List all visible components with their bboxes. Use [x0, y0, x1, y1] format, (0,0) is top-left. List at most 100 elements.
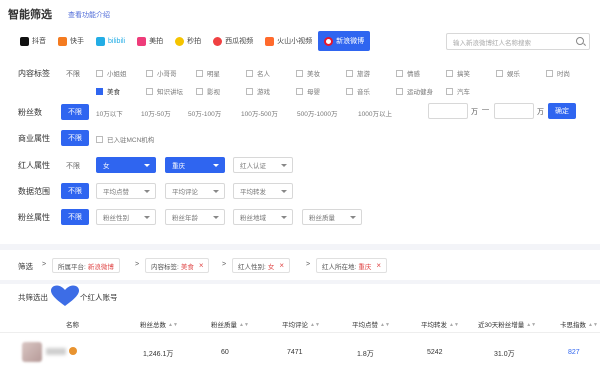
checkbox[interactable]: [446, 69, 453, 77]
region-select[interactable]: 重庆: [165, 157, 225, 173]
tab-huoshan[interactable]: 火山小视频: [259, 31, 318, 51]
chevron-down-icon: [144, 164, 150, 167]
tab-douyin[interactable]: 抖音: [14, 31, 52, 51]
tab-kuaishou[interactable]: 快手: [52, 31, 90, 51]
close-icon[interactable]: ×: [279, 261, 284, 270]
fan-region-select[interactable]: 粉丝地域: [233, 209, 293, 225]
checkbox[interactable]: [396, 69, 403, 77]
tag-option[interactable]: 美妆: [296, 68, 320, 78]
tab-bilibili[interactable]: bilibili: [90, 31, 131, 51]
tag-option[interactable]: 汽车: [446, 86, 470, 96]
business-unlimited-button[interactable]: 不限: [61, 130, 89, 146]
search-input[interactable]: 输入新浪微博红人名称搜索: [446, 33, 590, 50]
close-icon[interactable]: ×: [376, 261, 381, 270]
gender-select[interactable]: 女: [96, 157, 156, 173]
fan-attr-label: 粉丝属性: [18, 213, 50, 222]
data-range-unlimited-button[interactable]: 不限: [61, 183, 89, 199]
avg-reposts-select[interactable]: 平均转发: [233, 183, 293, 199]
confirm-button[interactable]: 确定: [548, 103, 576, 119]
tab-weibo[interactable]: 新浪微博: [318, 31, 371, 51]
col-avg-reposts[interactable]: 平均转发 ▲▼: [421, 319, 459, 329]
col-fans-total[interactable]: 粉丝总数 ▲▼: [140, 319, 178, 329]
mcn-label: 已入驻MCN机构: [107, 137, 155, 144]
tab-xigua[interactable]: 西瓜视频: [207, 31, 259, 51]
tag-option[interactable]: 运动健身: [396, 86, 433, 96]
tag-option[interactable]: 小姐姐: [96, 68, 127, 78]
checkbox[interactable]: [346, 87, 353, 95]
col-fans-growth[interactable]: 近30天粉丝增量 ▲▼: [478, 319, 536, 329]
search-icon[interactable]: [576, 37, 584, 45]
fans-min-input[interactable]: [428, 103, 468, 119]
tab-miaopai[interactable]: 秒拍: [169, 31, 207, 51]
tag-option[interactable]: 明星: [196, 68, 220, 78]
tag-option[interactable]: 名人: [246, 68, 270, 78]
checkbox[interactable]: [296, 69, 303, 77]
checkbox-checked[interactable]: [96, 87, 103, 95]
cell-avg-comments: 7471: [287, 349, 303, 356]
sort-icon[interactable]: ▲▼: [168, 322, 178, 328]
account-name-redacted[interactable]: [46, 348, 66, 355]
tab-meipai[interactable]: 美拍: [131, 31, 169, 51]
checkbox[interactable]: [446, 87, 453, 95]
tag-option[interactable]: 旅游: [346, 68, 370, 78]
avg-comments-select[interactable]: 平均评论: [165, 183, 225, 199]
fan-gender-select[interactable]: 粉丝性别: [96, 209, 156, 225]
col-avg-likes[interactable]: 平均点赞 ▲▼: [352, 319, 390, 329]
checkbox[interactable]: [146, 87, 153, 95]
col-fan-quality[interactable]: 粉丝质量 ▲▼: [211, 319, 249, 329]
col-label: 平均评论: [282, 322, 308, 329]
tag-option[interactable]: 情感: [396, 68, 420, 78]
tag-option[interactable]: 小哥哥: [146, 68, 177, 78]
fans-option[interactable]: 10万-50万: [141, 108, 171, 118]
checkbox[interactable]: [146, 69, 153, 77]
fans-max-input[interactable]: [494, 103, 534, 119]
feature-intro-link[interactable]: 查看功能介绍: [68, 10, 110, 20]
col-avg-comments[interactable]: 平均评论 ▲▼: [282, 319, 320, 329]
tag-option[interactable]: 游戏: [246, 86, 270, 96]
fans-unlimited-button[interactable]: 不限: [61, 104, 89, 120]
checkbox[interactable]: [496, 69, 503, 77]
fans-option[interactable]: 50万-100万: [188, 108, 221, 118]
tab-label: 秒拍: [187, 38, 202, 45]
tag-option-checked[interactable]: 美食: [96, 86, 120, 96]
sort-icon[interactable]: ▲▼: [239, 322, 249, 328]
checkbox[interactable]: [296, 87, 303, 95]
close-icon[interactable]: ×: [199, 261, 204, 270]
cert-select[interactable]: 红人认证: [233, 157, 293, 173]
mcn-option[interactable]: 已入驻MCN机构: [96, 134, 154, 144]
avg-likes-select[interactable]: 平均点赞: [96, 183, 156, 199]
checkbox[interactable]: [246, 87, 253, 95]
avatar[interactable]: [22, 342, 42, 362]
content-tags-unlimited[interactable]: 不限: [66, 69, 80, 79]
sort-icon[interactable]: ▲▼: [449, 322, 459, 328]
checkbox[interactable]: [246, 69, 253, 77]
checkbox[interactable]: [346, 69, 353, 77]
checkbox[interactable]: [96, 135, 103, 143]
checkbox[interactable]: [196, 87, 203, 95]
cell-index[interactable]: 827: [568, 349, 580, 356]
fan-age-select[interactable]: 粉丝年龄: [165, 209, 225, 225]
fans-option[interactable]: 100万-500万: [241, 108, 278, 118]
checkbox[interactable]: [546, 69, 553, 77]
sort-icon[interactable]: ▲▼: [526, 322, 536, 328]
tag-option[interactable]: 搞笑: [446, 68, 470, 78]
fans-option[interactable]: 10万以下: [96, 108, 123, 118]
tag-option[interactable]: 影视: [196, 86, 220, 96]
fan-quality-select[interactable]: 粉丝质量: [302, 209, 362, 225]
tag-option[interactable]: 母婴: [296, 86, 320, 96]
influencer-unlimited[interactable]: 不限: [66, 161, 80, 171]
tag-option[interactable]: 娱乐: [496, 68, 520, 78]
col-index[interactable]: 卡思指数 ▲▼: [560, 319, 598, 329]
checkbox[interactable]: [396, 87, 403, 95]
fans-option[interactable]: 500万-1000万: [297, 108, 337, 118]
tag-option[interactable]: 音乐: [346, 86, 370, 96]
fans-option[interactable]: 1000万以上: [358, 108, 392, 118]
checkbox[interactable]: [96, 69, 103, 77]
tag-option[interactable]: 知识讲坛: [146, 86, 183, 96]
fan-attr-unlimited-button[interactable]: 不限: [61, 209, 89, 225]
sort-icon[interactable]: ▲▼: [588, 322, 598, 328]
checkbox[interactable]: [196, 69, 203, 77]
tag-option[interactable]: 时尚: [546, 68, 570, 78]
sort-icon[interactable]: ▲▼: [310, 322, 320, 328]
sort-icon[interactable]: ▲▼: [380, 322, 390, 328]
